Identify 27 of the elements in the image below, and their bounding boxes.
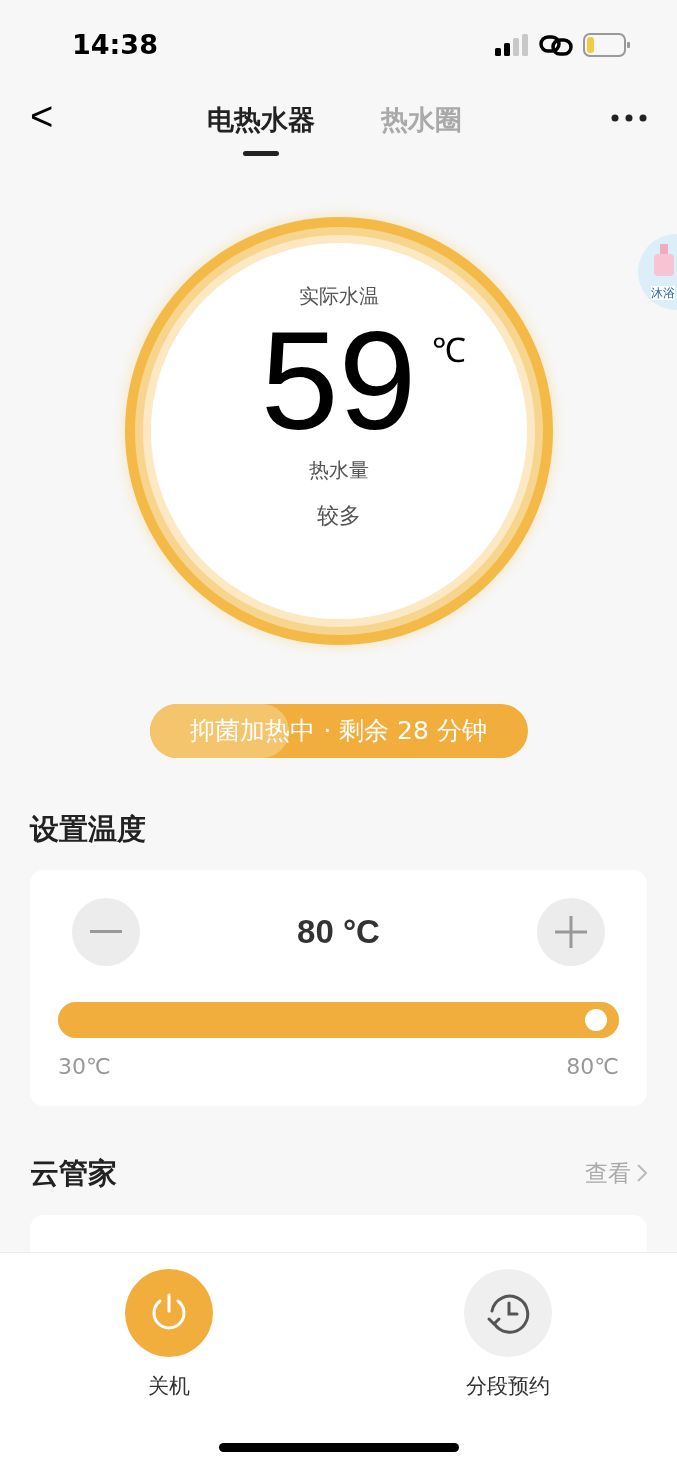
temperature-value: 59 xyxy=(260,321,417,441)
action-label: 分段预约 xyxy=(465,1373,550,1400)
section-title: 设置温度 xyxy=(30,811,147,848)
temperature-slider-fill[interactable] xyxy=(58,1001,619,1038)
gauge-caption: 实际水温 xyxy=(298,283,379,310)
shower-widget[interactable]: 沐浴 xyxy=(638,234,677,310)
tab-indicator xyxy=(243,151,279,157)
hot-water-label: 热水量 xyxy=(308,457,369,484)
signal-icon xyxy=(495,34,529,56)
battery-icon xyxy=(583,33,631,57)
action-label: 关机 xyxy=(148,1373,191,1400)
section-title: 云管家 xyxy=(30,1154,117,1192)
slider-max-label: 80℃ xyxy=(566,1052,619,1081)
more-icon[interactable] xyxy=(611,114,647,122)
heating-status-text: 抑菌加热中 · 剩余 28 分钟 xyxy=(190,715,487,748)
chevron-right-icon xyxy=(637,1164,647,1183)
status-time: 14:38 xyxy=(72,27,158,62)
temperature-unit: ℃ xyxy=(432,330,467,371)
plus-icon xyxy=(555,915,587,948)
nav-tab[interactable]: 电热水器 xyxy=(207,99,315,141)
link-icon xyxy=(539,34,573,56)
minus-icon xyxy=(90,930,122,933)
hot-water-value: 较多 xyxy=(316,502,361,530)
back-button[interactable]: < xyxy=(30,94,54,138)
shower-label: 沐浴 xyxy=(651,286,675,300)
slider-min-label: 30℃ xyxy=(58,1052,111,1081)
set-temperature-value: 80 °C xyxy=(297,911,380,952)
